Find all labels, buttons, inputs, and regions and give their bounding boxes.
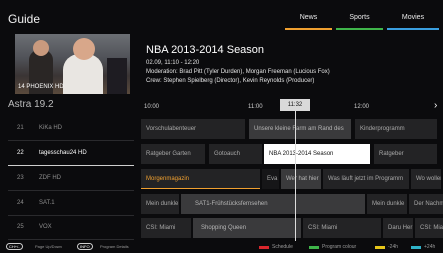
tab-movies-label: Movies	[401, 14, 425, 21]
preview-channel-label: 14 PHOENIX HD	[18, 84, 64, 90]
legend-schedule[interactable]: Schedule	[272, 244, 293, 250]
channel-row-24[interactable]: 24 SAT.1 Mein dunkle SAT1-Frühstücksfern…	[0, 192, 443, 216]
channel-name: tagesschau24 HD	[39, 150, 87, 156]
program-cell[interactable]: Unsere kleine Farm am Rand des	[249, 119, 351, 139]
tab-movies[interactable]: Movies	[387, 14, 439, 30]
channel-number: 21	[17, 125, 24, 131]
program-cell[interactable]: Ratgeber Garten	[141, 144, 205, 164]
tab-movies-underline	[387, 28, 439, 30]
program-cell[interactable]: CSI: Miami	[303, 218, 381, 238]
program-cell[interactable]: Kinderprogramm	[355, 119, 437, 139]
tab-sports[interactable]: Sports	[336, 14, 383, 30]
footer-bar: CH+/- Page Up/Down INFO Program Details …	[0, 241, 443, 253]
program-cell[interactable]: Morgenmagazin	[141, 169, 260, 189]
program-cell[interactable]: Wer hat hier	[281, 169, 321, 189]
program-cell[interactable]: CSI: Miam	[415, 218, 443, 238]
chan-updown-button[interactable]: CH+/-	[6, 243, 23, 250]
channel-name: SAT.1	[39, 200, 55, 206]
program-time: 02.09, 11:10 - 12:20	[146, 60, 200, 66]
program-cell[interactable]: Wo wollen	[411, 169, 441, 189]
channel-row-23[interactable]: 23 ZDF HD Morgenmagazin Eva Wer hat hier…	[0, 167, 443, 191]
legend-plus-24h[interactable]: +24h	[424, 244, 435, 250]
program-cell[interactable]: Gotoauch	[209, 144, 262, 164]
chevron-right-icon[interactable]: ›	[434, 100, 437, 111]
legend-minus-24h[interactable]: -24h	[388, 244, 398, 250]
info-text: Program Details	[100, 244, 129, 249]
program-crew: Crew: Stephen Spielberg (Director), Kevi…	[146, 78, 315, 84]
channel-group-name: Astra 19.2	[8, 99, 54, 110]
legend-program-colour[interactable]: Program colour	[322, 244, 356, 250]
blue-key-icon	[411, 246, 421, 249]
channel-name: KiKa HD	[39, 125, 63, 131]
channel-name: VOX	[39, 224, 52, 230]
tab-news-underline	[285, 28, 332, 30]
tab-news-label: News	[299, 14, 318, 21]
program-cell[interactable]: Daru Her	[383, 218, 413, 238]
page-title: Guide	[8, 12, 41, 26]
yellow-key-icon	[375, 246, 385, 249]
channel-number: 25	[17, 224, 24, 230]
time-label-1100: 11:00	[248, 104, 263, 110]
tab-sports-underline	[336, 28, 383, 30]
program-cell[interactable]: Shopping Queen	[193, 218, 301, 238]
program-cell[interactable]: Vorschulabenteuer	[141, 119, 245, 139]
program-cell[interactable]: CSI: Miami	[141, 218, 191, 238]
info-button[interactable]: INFO	[77, 243, 93, 250]
channel-name: ZDF HD	[39, 175, 61, 181]
program-cell[interactable]: Eva	[262, 169, 279, 189]
program-cell[interactable]: Der Nachm	[409, 194, 443, 214]
tab-news[interactable]: News	[285, 14, 332, 30]
program-moderation: Moderation: Brad Pitt (Tyler Durden), Mo…	[146, 69, 330, 75]
red-key-icon	[259, 246, 269, 249]
time-label-1200: 12:00	[354, 104, 370, 110]
time-label-1000: 10:00	[144, 104, 160, 110]
preview-thumbnail: 14 PHOENIX HD	[15, 34, 130, 94]
program-cell-selected[interactable]: NBA 2013-2014 Season	[264, 144, 370, 164]
program-cell[interactable]: Ratgeber	[374, 144, 437, 164]
program-info: NBA 2013-2014 Season 02.09, 11:10 - 12:2…	[146, 44, 330, 86]
program-cell[interactable]: Mein dunkle	[141, 194, 179, 214]
program-cell[interactable]: SAT1-Frühstücksfernsehen	[181, 194, 365, 214]
current-time-line	[295, 111, 296, 241]
channel-row-21[interactable]: 21 KiKa HD Vorschulabenteuer Unsere klei…	[0, 117, 443, 141]
channel-number: 24	[17, 200, 24, 206]
channel-row-25[interactable]: 25 VOX CSI: Miami Shopping Queen CSI: Mi…	[0, 216, 443, 240]
channel-row-22[interactable]: 22 tagesschau24 HD Ratgeber Garten Gotoa…	[0, 142, 443, 166]
tab-sports-label: Sports	[349, 14, 370, 21]
program-title: NBA 2013-2014 Season	[146, 44, 265, 56]
channel-number: 23	[17, 175, 24, 181]
program-cell[interactable]: Mein dunkle	[367, 194, 407, 214]
chan-updown-text: Page Up/Down	[35, 244, 62, 249]
green-key-icon	[309, 246, 319, 249]
channel-number: 22	[17, 150, 24, 156]
current-time-marker: 11:32	[280, 99, 310, 111]
program-cell[interactable]: Was läuft jetzt im Programm	[323, 169, 409, 189]
